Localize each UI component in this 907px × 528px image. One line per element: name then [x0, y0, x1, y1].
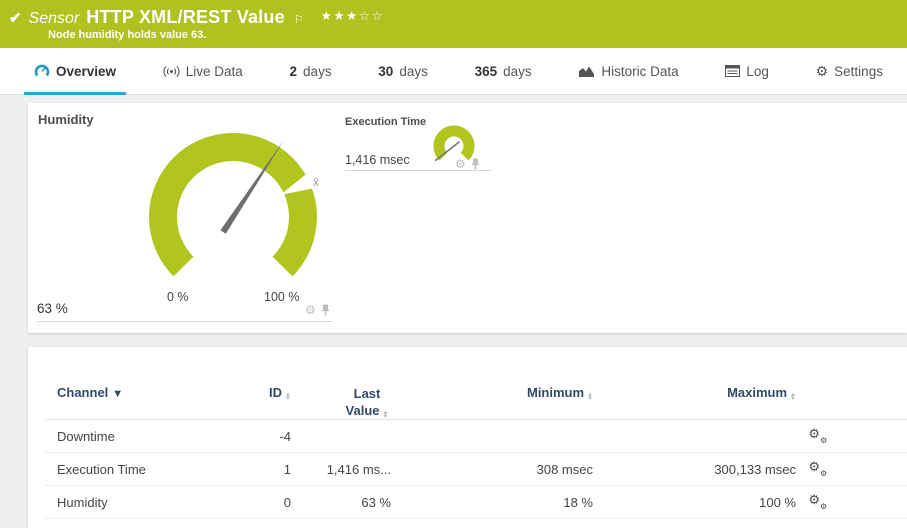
tab-number: 365	[475, 64, 498, 79]
tab-label: days	[303, 64, 332, 79]
tab-live-data[interactable]: Live Data	[153, 48, 253, 95]
humidity-gauge-toolbar: ⚙	[305, 304, 330, 316]
tab-2-days[interactable]: 2 days	[280, 48, 342, 95]
pin-icon[interactable]	[471, 158, 480, 170]
column-header-channel[interactable]: Channel▼	[57, 385, 235, 400]
table-row-execution-time: Execution Time 1 1,416 ms... 308 msec 30…	[45, 453, 907, 486]
tab-365-days[interactable]: 365 days	[465, 48, 542, 95]
gear-icon: ⚙	[816, 64, 829, 78]
tab-label: Overview	[56, 64, 116, 79]
tab-log[interactable]: Log	[715, 48, 779, 95]
column-header-maximum[interactable]: Maximum▲▼	[593, 385, 796, 401]
sort-icon: ▲▼	[790, 393, 796, 401]
sensor-title-row: ✔ Sensor HTTP XML/REST Value ⚐ ★★★☆☆	[0, 0, 907, 28]
humidity-gauge-title: Humidity	[38, 112, 94, 127]
channel-minimum: 18 %	[391, 495, 593, 510]
tab-label: Settings	[834, 64, 883, 79]
gauge-icon	[34, 64, 50, 78]
gauge-scale-max: 100 %	[264, 290, 299, 304]
chart-icon	[578, 65, 595, 78]
execution-time-gauge-toolbar: ⚙	[455, 158, 480, 170]
column-header-minimum[interactable]: Minimum▲▼	[391, 385, 593, 401]
channel-last-value: 63 %	[291, 495, 391, 510]
sort-icon: ▲▼	[383, 411, 389, 419]
pin-icon[interactable]	[321, 304, 330, 316]
tab-historic-data[interactable]: Historic Data	[568, 48, 688, 95]
sensor-status-bar: ✔ Sensor HTTP XML/REST Value ⚐ ★★★☆☆ Nod…	[0, 0, 907, 48]
overview-gauges-panel: Humidity 0 % 100 % 63 % x̄ ⚙ Execution T…	[28, 103, 907, 333]
average-marker-symbol: x̄	[313, 175, 319, 189]
humidity-current-value: 63 %	[37, 301, 68, 316]
priority-stars[interactable]: ★★★☆☆	[321, 8, 385, 23]
channel-id: -4	[235, 429, 291, 444]
sort-desc-icon: ▼	[112, 388, 123, 400]
tab-label: days	[399, 64, 428, 79]
tab-label: days	[503, 64, 532, 79]
column-header-last-value[interactable]: Last Value▲▼	[291, 385, 391, 419]
sensor-name: HTTP XML/REST Value	[86, 7, 285, 28]
broadcast-icon	[163, 65, 180, 78]
channel-table-panel: Channel▼ ID▲▼ Last Value▲▼ Minimum▲▼ Max…	[28, 347, 907, 528]
gauge-block-divider	[37, 321, 333, 322]
tab-settings[interactable]: ⚙ Settings	[806, 48, 893, 95]
channel-name: Downtime	[57, 429, 235, 444]
channel-maximum: 300,133 msec	[593, 462, 796, 477]
log-icon	[725, 65, 740, 77]
gauge-scale-min: 0 %	[167, 290, 189, 304]
gauge-block-divider	[345, 170, 491, 171]
tab-overview[interactable]: Overview	[24, 48, 126, 95]
object-kind-label: Sensor	[29, 10, 80, 28]
table-row-downtime: Downtime -4 ⚙⚙	[45, 420, 907, 453]
channel-name: Humidity	[57, 495, 235, 510]
execution-time-current-value: 1,416 msec	[345, 153, 410, 167]
sensor-status-message: Node humidity holds value 63.	[48, 29, 907, 41]
tab-number: 2	[290, 64, 298, 79]
channel-id: 1	[235, 462, 291, 477]
gauge-settings-gear-icon[interactable]: ⚙	[305, 304, 316, 316]
gauge-settings-gear-icon[interactable]: ⚙	[455, 158, 466, 170]
column-header-id[interactable]: ID▲▼	[235, 385, 291, 401]
execution-time-gauge-title: Execution Time	[345, 116, 426, 128]
tab-30-days[interactable]: 30 days	[368, 48, 438, 95]
channel-id: 0	[235, 495, 291, 510]
flag-icon[interactable]: ⚐	[294, 13, 304, 26]
channel-last-value: 1,416 ms...	[291, 462, 391, 477]
humidity-gauge	[133, 117, 333, 317]
status-ok-check-icon: ✔	[9, 11, 22, 26]
tab-label: Log	[746, 64, 769, 79]
channel-name: Execution Time	[57, 462, 235, 477]
tab-label: Live Data	[186, 64, 243, 79]
channel-table-header: Channel▼ ID▲▼ Last Value▲▼ Minimum▲▼ Max…	[45, 347, 907, 420]
channel-maximum: 100 %	[593, 495, 796, 510]
tab-number: 30	[378, 64, 393, 79]
tab-label: Historic Data	[601, 64, 678, 79]
channel-minimum: 308 msec	[391, 462, 593, 477]
table-row-humidity: Humidity 0 63 % 18 % 100 % ⚙⚙	[45, 486, 907, 519]
tab-bar: Overview Live Data 2 days 30 days 365 da…	[0, 48, 907, 95]
